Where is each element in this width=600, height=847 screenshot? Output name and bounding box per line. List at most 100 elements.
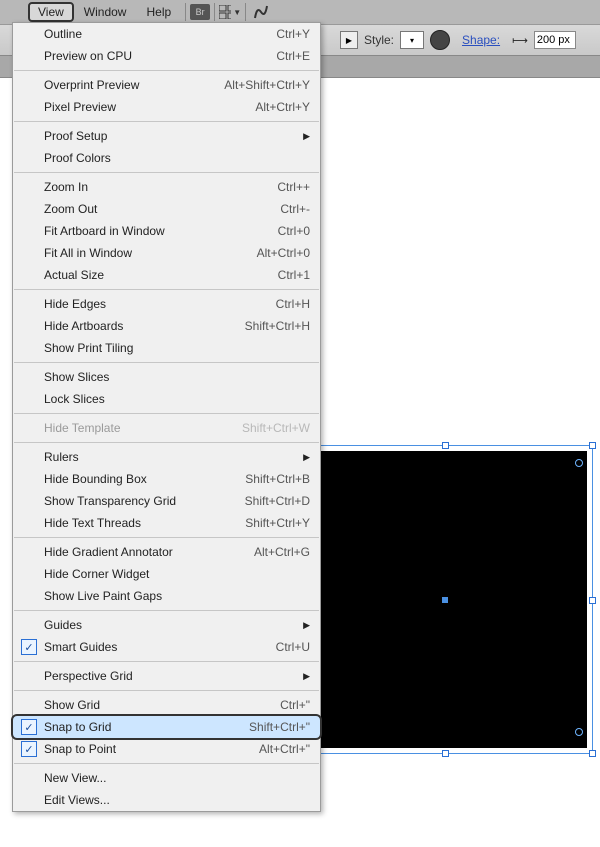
resize-handle-br[interactable] bbox=[589, 750, 596, 757]
menu-divider bbox=[14, 763, 319, 764]
menu-item-hide-bounding-box[interactable]: Hide Bounding BoxShift+Ctrl+B bbox=[13, 468, 320, 490]
menu-item-fit-artboard-in-window[interactable]: Fit Artboard in WindowCtrl+0 bbox=[13, 220, 320, 242]
menu-item-hide-text-threads[interactable]: Hide Text Threads Shift+Ctrl+Y bbox=[13, 512, 320, 534]
menu-item-shortcut: Shift+Ctrl+H bbox=[245, 319, 310, 333]
resize-handle-bm[interactable] bbox=[442, 750, 449, 757]
menu-divider bbox=[14, 442, 319, 443]
menu-item-show-print-tiling[interactable]: Show Print Tiling bbox=[13, 337, 320, 359]
width-input[interactable] bbox=[534, 31, 576, 49]
submenu-arrow-icon: ▶ bbox=[303, 131, 310, 142]
menu-item-hide-edges[interactable]: Hide EdgesCtrl+H bbox=[13, 293, 320, 315]
menu-item-shortcut: Ctrl+0 bbox=[278, 224, 310, 238]
menu-item-snap-to-grid[interactable]: ✓Snap to GridShift+Ctrl+" bbox=[13, 716, 320, 738]
style-label: Style: bbox=[364, 33, 394, 47]
menu-item-shortcut: Shift+Ctrl+W bbox=[242, 421, 310, 435]
menu-item-label: Perspective Grid bbox=[44, 669, 303, 683]
menu-item-label: Show Print Tiling bbox=[44, 341, 310, 355]
menu-item-label: Show Grid bbox=[44, 698, 272, 712]
menu-divider bbox=[14, 610, 319, 611]
menu-divider bbox=[14, 537, 319, 538]
selection-bounds bbox=[297, 445, 593, 754]
corner-widget-icon[interactable] bbox=[575, 728, 583, 736]
menu-item-label: Snap to Grid bbox=[44, 720, 241, 734]
arrange-documents-icon[interactable]: ▼ bbox=[219, 3, 241, 21]
menu-item-pixel-preview[interactable]: Pixel PreviewAlt+Ctrl+Y bbox=[13, 96, 320, 118]
submenu-arrow-icon: ▶ bbox=[303, 671, 310, 682]
menu-divider bbox=[14, 362, 319, 363]
menu-item-label: Preview on CPU bbox=[44, 49, 268, 63]
menu-item-new-view[interactable]: New View... bbox=[13, 767, 320, 789]
menu-divider bbox=[14, 70, 319, 71]
menu-item-label: Hide Template bbox=[44, 421, 234, 435]
menu-window[interactable]: Window bbox=[74, 2, 137, 22]
recolor-icon[interactable] bbox=[430, 30, 450, 50]
menu-item-label: Smart Guides bbox=[44, 640, 268, 654]
menu-item-proof-colors[interactable]: Proof Colors bbox=[13, 147, 320, 169]
menubar-separator bbox=[214, 3, 215, 21]
menu-item-show-live-paint-gaps[interactable]: Show Live Paint Gaps bbox=[13, 585, 320, 607]
menu-item-label: Fit All in Window bbox=[44, 246, 249, 260]
menu-item-label: Overprint Preview bbox=[44, 78, 216, 92]
menu-item-lock-slices[interactable]: Lock Slices bbox=[13, 388, 320, 410]
menu-item-hide-artboards[interactable]: Hide ArtboardsShift+Ctrl+H bbox=[13, 315, 320, 337]
menu-item-shortcut: Ctrl++ bbox=[277, 180, 310, 194]
menu-item-label: Snap to Point bbox=[44, 742, 251, 756]
menubar-separator bbox=[245, 3, 246, 21]
check-icon: ✓ bbox=[21, 741, 37, 757]
menu-help[interactable]: Help bbox=[136, 2, 181, 22]
resize-handle-tm[interactable] bbox=[442, 442, 449, 449]
menu-divider bbox=[14, 661, 319, 662]
menu-item-hide-gradient-annotator[interactable]: Hide Gradient Annotator Alt+Ctrl+G bbox=[13, 541, 320, 563]
menu-item-shortcut: Shift+Ctrl+Y bbox=[245, 516, 310, 530]
menu-item-hide-template: Hide Template Shift+Ctrl+W bbox=[13, 417, 320, 439]
style-swatch[interactable]: ▾ bbox=[400, 31, 424, 49]
menu-item-show-transparency-grid[interactable]: Show Transparency GridShift+Ctrl+D bbox=[13, 490, 320, 512]
menu-item-guides[interactable]: Guides▶ bbox=[13, 614, 320, 636]
menu-item-show-grid[interactable]: Show GridCtrl+" bbox=[13, 694, 320, 716]
menu-item-smart-guides[interactable]: ✓Smart GuidesCtrl+U bbox=[13, 636, 320, 658]
submenu-arrow-icon: ▶ bbox=[303, 452, 310, 463]
menu-item-overprint-preview[interactable]: Overprint Preview Alt+Shift+Ctrl+Y bbox=[13, 74, 320, 96]
menu-item-fit-all-in-window[interactable]: Fit All in WindowAlt+Ctrl+0 bbox=[13, 242, 320, 264]
menu-item-label: Zoom In bbox=[44, 180, 269, 194]
menu-item-outline[interactable]: OutlineCtrl+Y bbox=[13, 23, 320, 45]
menu-view[interactable]: View bbox=[28, 2, 74, 22]
menu-item-shortcut: Alt+Ctrl+G bbox=[254, 545, 310, 559]
menu-item-hide-corner-widget[interactable]: Hide Corner Widget bbox=[13, 563, 320, 585]
menu-item-zoom-in[interactable]: Zoom In Ctrl++ bbox=[13, 176, 320, 198]
corner-widget-icon[interactable] bbox=[575, 459, 583, 467]
menu-item-edit-views[interactable]: Edit Views... bbox=[13, 789, 320, 811]
gpu-preview-icon[interactable] bbox=[250, 3, 272, 21]
menu-item-label: Edit Views... bbox=[44, 793, 310, 807]
menu-divider bbox=[14, 121, 319, 122]
resize-handle-mr[interactable] bbox=[589, 597, 596, 604]
menu-item-perspective-grid[interactable]: Perspective Grid▶ bbox=[13, 665, 320, 687]
shape-link[interactable]: Shape: bbox=[462, 33, 500, 47]
graphic-style-play-icon[interactable]: ▶ bbox=[340, 31, 358, 49]
menu-item-label: Hide Edges bbox=[44, 297, 268, 311]
menu-item-label: Hide Corner Widget bbox=[44, 567, 310, 581]
chevron-down-icon: ▼ bbox=[233, 8, 241, 17]
menu-item-proof-setup[interactable]: Proof Setup▶ bbox=[13, 125, 320, 147]
menu-item-label: Proof Colors bbox=[44, 151, 310, 165]
bridge-icon[interactable]: Br bbox=[190, 4, 210, 20]
check-icon: ✓ bbox=[21, 719, 37, 735]
width-icon: ⟼ bbox=[512, 34, 528, 47]
menu-item-label: Lock Slices bbox=[44, 392, 310, 406]
menu-item-shortcut: Alt+Shift+Ctrl+Y bbox=[224, 78, 310, 92]
menu-item-snap-to-point[interactable]: ✓Snap to PointAlt+Ctrl+" bbox=[13, 738, 320, 760]
menu-item-label: Zoom Out bbox=[44, 202, 272, 216]
menu-item-zoom-out[interactable]: Zoom Out Ctrl+- bbox=[13, 198, 320, 220]
menu-item-label: Hide Gradient Annotator bbox=[44, 545, 246, 559]
menu-item-shortcut: Ctrl+- bbox=[280, 202, 310, 216]
menu-item-show-slices[interactable]: Show Slices bbox=[13, 366, 320, 388]
menu-divider bbox=[14, 289, 319, 290]
menu-item-actual-size[interactable]: Actual SizeCtrl+1 bbox=[13, 264, 320, 286]
resize-handle-tr[interactable] bbox=[589, 442, 596, 449]
selection-center[interactable] bbox=[442, 597, 448, 603]
menu-item-label: Pixel Preview bbox=[44, 100, 247, 114]
menu-item-preview-on-cpu[interactable]: Preview on CPUCtrl+E bbox=[13, 45, 320, 67]
menu-item-rulers[interactable]: Rulers▶ bbox=[13, 446, 320, 468]
menubar-separator bbox=[185, 3, 186, 21]
menu-item-label: Hide Text Threads bbox=[44, 516, 237, 530]
